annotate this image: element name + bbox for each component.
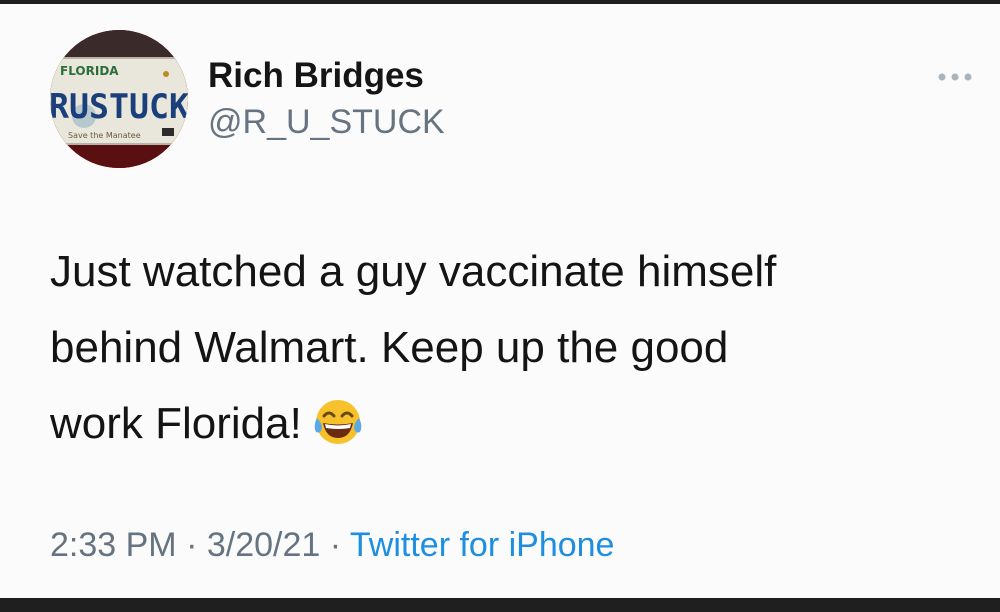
tweet-time[interactable]: 2:33 PM bbox=[50, 526, 177, 564]
tweet-text-line: work Florida! bbox=[50, 386, 970, 462]
tweet-text-line-content: work Florida! bbox=[50, 399, 302, 448]
tweet-card: FLORIDA RUSTUCK Save the Manatee Rich Br… bbox=[0, 4, 1000, 598]
tweet-text-line: behind Walmart. Keep up the good bbox=[50, 323, 729, 372]
tweet-source-link[interactable]: Twitter for iPhone bbox=[350, 526, 615, 564]
tweet-date[interactable]: 3/20/21 bbox=[207, 526, 320, 564]
plate-number-text: RUSTUCK bbox=[50, 87, 188, 127]
ellipsis-icon bbox=[938, 73, 972, 81]
author-display-name[interactable]: Rich Bridges bbox=[208, 56, 424, 96]
tweet-text: Just watched a guy vaccinate himself beh… bbox=[50, 234, 970, 462]
plate-tagline-text: Save the Manatee bbox=[68, 131, 141, 140]
tears-of-joy-emoji bbox=[314, 400, 362, 444]
tweet-meta: 2:33 PM · 3/20/21 · Twitter for iPhone bbox=[50, 526, 614, 565]
meta-separator: · bbox=[320, 526, 350, 564]
avatar[interactable]: FLORIDA RUSTUCK Save the Manatee bbox=[50, 30, 188, 168]
meta-separator: · bbox=[176, 526, 207, 564]
license-plate-avatar-image: FLORIDA RUSTUCK Save the Manatee bbox=[50, 30, 188, 168]
author-handle[interactable]: @R_U_STUCK bbox=[208, 103, 445, 142]
plate-state-text: FLORIDA bbox=[60, 64, 119, 78]
tweet-text-line: Just watched a guy vaccinate himself bbox=[50, 247, 777, 296]
more-options-button[interactable] bbox=[934, 62, 976, 92]
